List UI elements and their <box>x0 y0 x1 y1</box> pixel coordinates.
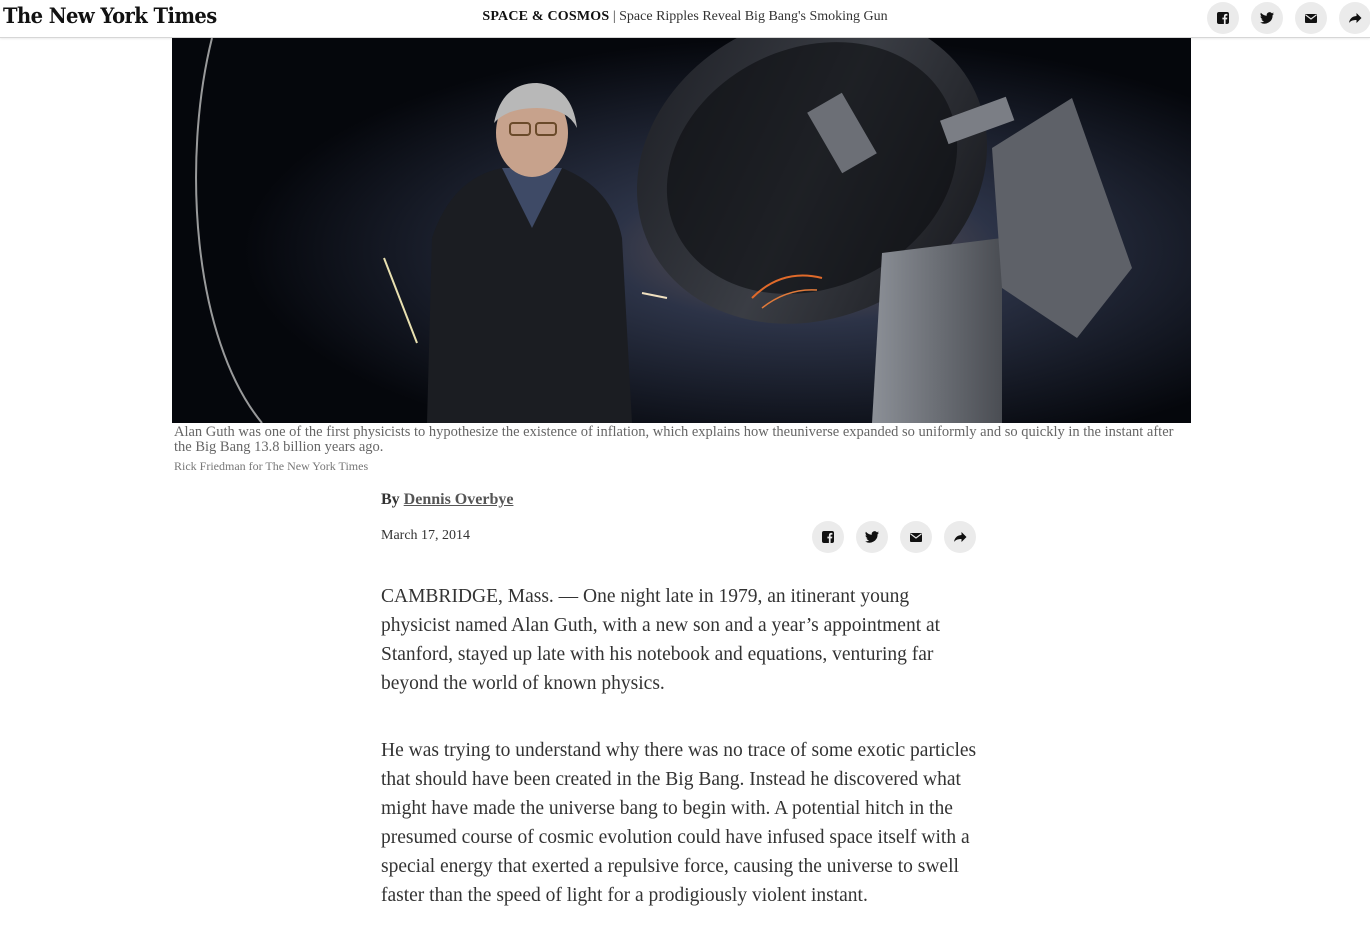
email-share-button[interactable] <box>900 521 932 553</box>
article-paragraph: He was trying to understand why there wa… <box>381 740 977 906</box>
headline-text: Space Ripples Reveal Big Bang's Smoking … <box>619 9 888 24</box>
photo-credit: Rick Friedman for The New York Times <box>174 459 369 473</box>
publish-date: March 17, 2014 <box>381 528 471 543</box>
twitter-icon <box>865 531 879 543</box>
sticky-headline: SPACE & COSMOS | Space Ripples Reveal Bi… <box>0 9 1370 25</box>
article-body: CAMBRIDGE, Mass. — One night late in 197… <box>381 582 977 948</box>
header-share-tools <box>1207 2 1370 34</box>
photo-caption: Alan Guth was one of the first physicist… <box>174 424 1174 455</box>
author-link[interactable]: Dennis Overbye <box>404 491 514 508</box>
top-bar: The New York Times SPACE & COSMOS | Spac… <box>0 0 1370 38</box>
share-icon <box>954 532 967 542</box>
hero-photo <box>172 38 1191 423</box>
more-share-button[interactable] <box>944 521 976 553</box>
hero-image <box>172 38 1191 423</box>
twitter-icon <box>1260 12 1274 24</box>
twitter-share-button[interactable] <box>856 521 888 553</box>
section-label[interactable]: SPACE & COSMOS <box>482 9 609 24</box>
headline-separator: | <box>609 9 620 24</box>
byline: By Dennis Overbye <box>381 491 513 509</box>
article-share-tools <box>812 521 976 553</box>
email-icon <box>1305 14 1317 23</box>
facebook-icon <box>822 531 834 543</box>
email-icon <box>910 533 922 542</box>
more-share-button[interactable] <box>1339 2 1370 34</box>
share-icon <box>1349 13 1362 23</box>
facebook-share-button[interactable] <box>1207 2 1239 34</box>
facebook-icon <box>1217 12 1229 24</box>
twitter-share-button[interactable] <box>1251 2 1283 34</box>
article-paragraph: CAMBRIDGE, Mass. — One night late in 197… <box>381 586 941 694</box>
byline-prefix: By <box>381 491 400 508</box>
email-share-button[interactable] <box>1295 2 1327 34</box>
facebook-share-button[interactable] <box>812 521 844 553</box>
